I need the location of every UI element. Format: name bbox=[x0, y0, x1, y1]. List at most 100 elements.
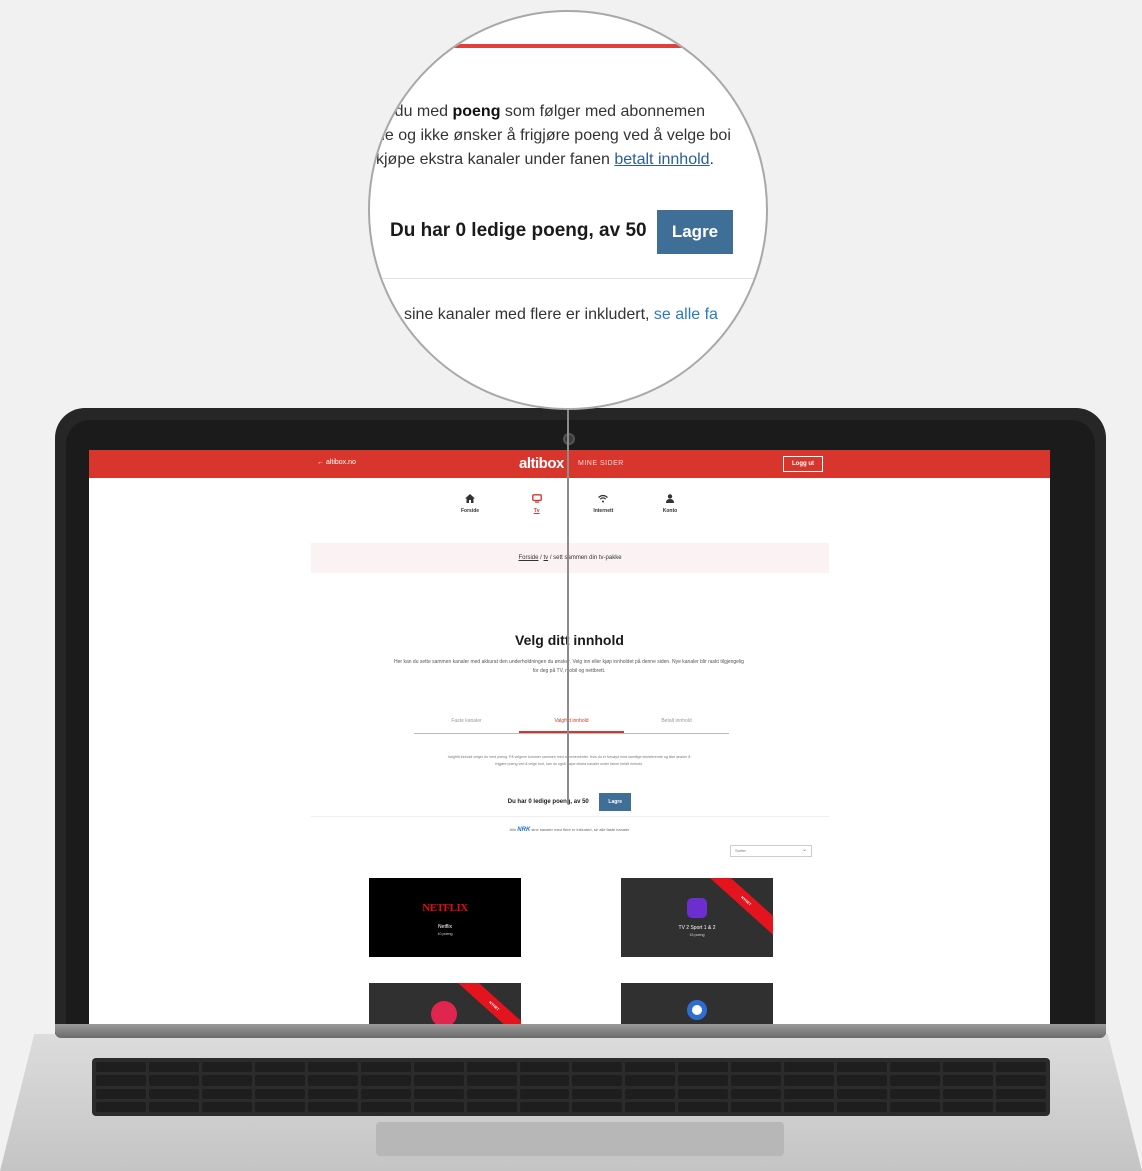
channel-logo bbox=[431, 1001, 457, 1024]
keyboard-key bbox=[360, 1101, 411, 1112]
magnified-info-text: er du med poeng som følger med abonnemen… bbox=[376, 100, 766, 172]
keyboard-key bbox=[201, 1088, 252, 1099]
top-bar: ← altibox.no altibox MINE SIDER Logg ut bbox=[89, 450, 1050, 478]
keyboard-key bbox=[307, 1101, 358, 1112]
keyboard-key bbox=[148, 1062, 199, 1073]
keyboard-key bbox=[572, 1075, 623, 1086]
tab-underline bbox=[430, 44, 730, 48]
laptop-keyboard bbox=[92, 1058, 1050, 1116]
keyboard-key bbox=[731, 1062, 782, 1073]
keyboard-key bbox=[572, 1088, 623, 1099]
keyboard-key bbox=[784, 1062, 835, 1073]
keyboard-key bbox=[360, 1062, 411, 1073]
magnified-text: er du med bbox=[376, 103, 453, 120]
tab-faste-kanaler[interactable]: Faste kanaler bbox=[414, 718, 519, 733]
nav-label: Konto bbox=[662, 508, 678, 514]
info-text: Valgfritt innhold velger du med poeng. P… bbox=[447, 755, 691, 766]
keyboard-key bbox=[943, 1088, 994, 1099]
keyboard-key bbox=[572, 1101, 623, 1112]
keyboard-key bbox=[96, 1101, 146, 1112]
nav-label: Tv bbox=[533, 508, 540, 514]
keyboard-key bbox=[96, 1062, 146, 1073]
betalt-innhold-link[interactable]: betalt innhold bbox=[614, 151, 709, 168]
divider bbox=[370, 278, 766, 279]
keyboard-key bbox=[519, 1062, 570, 1073]
magnified-points-status: Du har 0 ledige poeng, av 50 bbox=[390, 220, 647, 241]
channel-card-tv2-sport[interactable]: NYHET TV 2 Sport 1 & 2 15 poeng bbox=[621, 878, 773, 957]
keyboard-key bbox=[96, 1088, 146, 1099]
save-button[interactable]: Lagre bbox=[599, 793, 632, 811]
channels-suffix[interactable]: sine kanaler med flere er inkludert, se … bbox=[530, 827, 629, 832]
magnified-text: ne og ikke ønsker å frigjøre poeng ved å… bbox=[376, 127, 731, 144]
keyboard-key bbox=[996, 1101, 1046, 1112]
channel-card-netflix[interactable]: NETFLIX Netflix 10 poeng bbox=[369, 878, 521, 957]
home-icon bbox=[465, 494, 475, 503]
magnified-save-button[interactable]: Lagre bbox=[657, 210, 733, 254]
channel-card[interactable] bbox=[621, 983, 773, 1024]
points-row: Du har 0 ledige poeng, av 50 Lagre bbox=[89, 793, 1050, 811]
keyboard-key bbox=[572, 1062, 623, 1073]
points-status: Du har 0 ledige poeng, av 50 bbox=[507, 799, 589, 805]
keyboard-key bbox=[890, 1075, 941, 1086]
keyboard-key bbox=[201, 1101, 252, 1112]
included-channels-text: Alle NRK sine kanaler med flere er inklu… bbox=[89, 827, 1050, 833]
keyboard-key bbox=[731, 1101, 782, 1112]
keyboard-key bbox=[625, 1062, 676, 1073]
see-all-link[interactable]: se alle fa bbox=[654, 306, 718, 323]
keyboard-key bbox=[678, 1088, 729, 1099]
keyboard-key bbox=[890, 1101, 941, 1112]
content-tabs: Faste kanaler Valgfritt innhold Betalt i… bbox=[414, 718, 729, 734]
nrk-logo: NRK bbox=[517, 827, 531, 833]
channel-card[interactable]: NYHET bbox=[369, 983, 521, 1024]
breadcrumb-home[interactable]: Forside bbox=[518, 555, 538, 561]
keyboard-key bbox=[413, 1075, 464, 1086]
keyboard-key bbox=[466, 1062, 517, 1073]
logout-button[interactable]: Logg ut bbox=[783, 456, 823, 472]
sort-select[interactable]: Sorter bbox=[730, 845, 812, 857]
new-ribbon: NYHET bbox=[448, 983, 521, 1024]
nav-item-forside[interactable]: Forside bbox=[445, 494, 495, 524]
card-points: 10 poeng bbox=[437, 932, 453, 936]
back-link[interactable]: ← altibox.no bbox=[317, 459, 356, 466]
nav-item-konto[interactable]: Konto bbox=[645, 494, 695, 524]
keyboard-key bbox=[837, 1088, 888, 1099]
magnified-text: som følger med abonnemen bbox=[500, 103, 706, 120]
keyboard-key bbox=[625, 1088, 676, 1099]
keyboard-key bbox=[254, 1075, 305, 1086]
keyboard-key bbox=[413, 1088, 464, 1099]
keyboard-key bbox=[466, 1101, 517, 1112]
divider bbox=[311, 816, 829, 817]
nav-item-internett[interactable]: Internett bbox=[578, 494, 628, 524]
tab-valgfritt-innhold[interactable]: Valgfritt innhold bbox=[519, 718, 624, 733]
laptop-hinge bbox=[55, 1024, 1106, 1038]
keyboard-key bbox=[890, 1088, 941, 1099]
keyboard-key bbox=[254, 1088, 305, 1099]
keyboard-key bbox=[996, 1088, 1046, 1099]
keyboard-key bbox=[943, 1101, 994, 1112]
breadcrumb-current: sett sammen din tv-pakke bbox=[553, 555, 622, 561]
keyboard-key bbox=[996, 1075, 1046, 1086]
user-icon bbox=[665, 494, 674, 503]
keyboard-key bbox=[254, 1101, 305, 1112]
card-name: TV 2 Sport 1 & 2 bbox=[678, 925, 716, 931]
keyboard-key bbox=[148, 1101, 199, 1112]
magnified-text: . bbox=[709, 151, 714, 168]
keyboard-key bbox=[413, 1101, 464, 1112]
nav-item-tv[interactable]: Tv bbox=[512, 494, 562, 524]
magnified-text: sine kanaler med flere er inkludert, bbox=[404, 306, 654, 323]
keyboard-key bbox=[731, 1088, 782, 1099]
trackpad bbox=[376, 1122, 784, 1156]
keyboard-key bbox=[837, 1075, 888, 1086]
nav-label: Internett bbox=[593, 508, 614, 514]
page-title: Velg ditt innhold bbox=[515, 632, 624, 648]
keyboard-key bbox=[360, 1075, 411, 1086]
brand-subtitle: MINE SIDER bbox=[578, 460, 624, 467]
tab-betalt-innhold[interactable]: Betalt innhold bbox=[624, 718, 729, 733]
card-name: Netflix bbox=[438, 924, 452, 930]
keyboard-key bbox=[307, 1088, 358, 1099]
keyboard-key bbox=[890, 1062, 941, 1073]
brand-logo[interactable]: altibox bbox=[519, 455, 564, 472]
wifi-icon bbox=[598, 494, 609, 503]
keyboard-key bbox=[148, 1075, 199, 1086]
keyboard-key bbox=[784, 1088, 835, 1099]
